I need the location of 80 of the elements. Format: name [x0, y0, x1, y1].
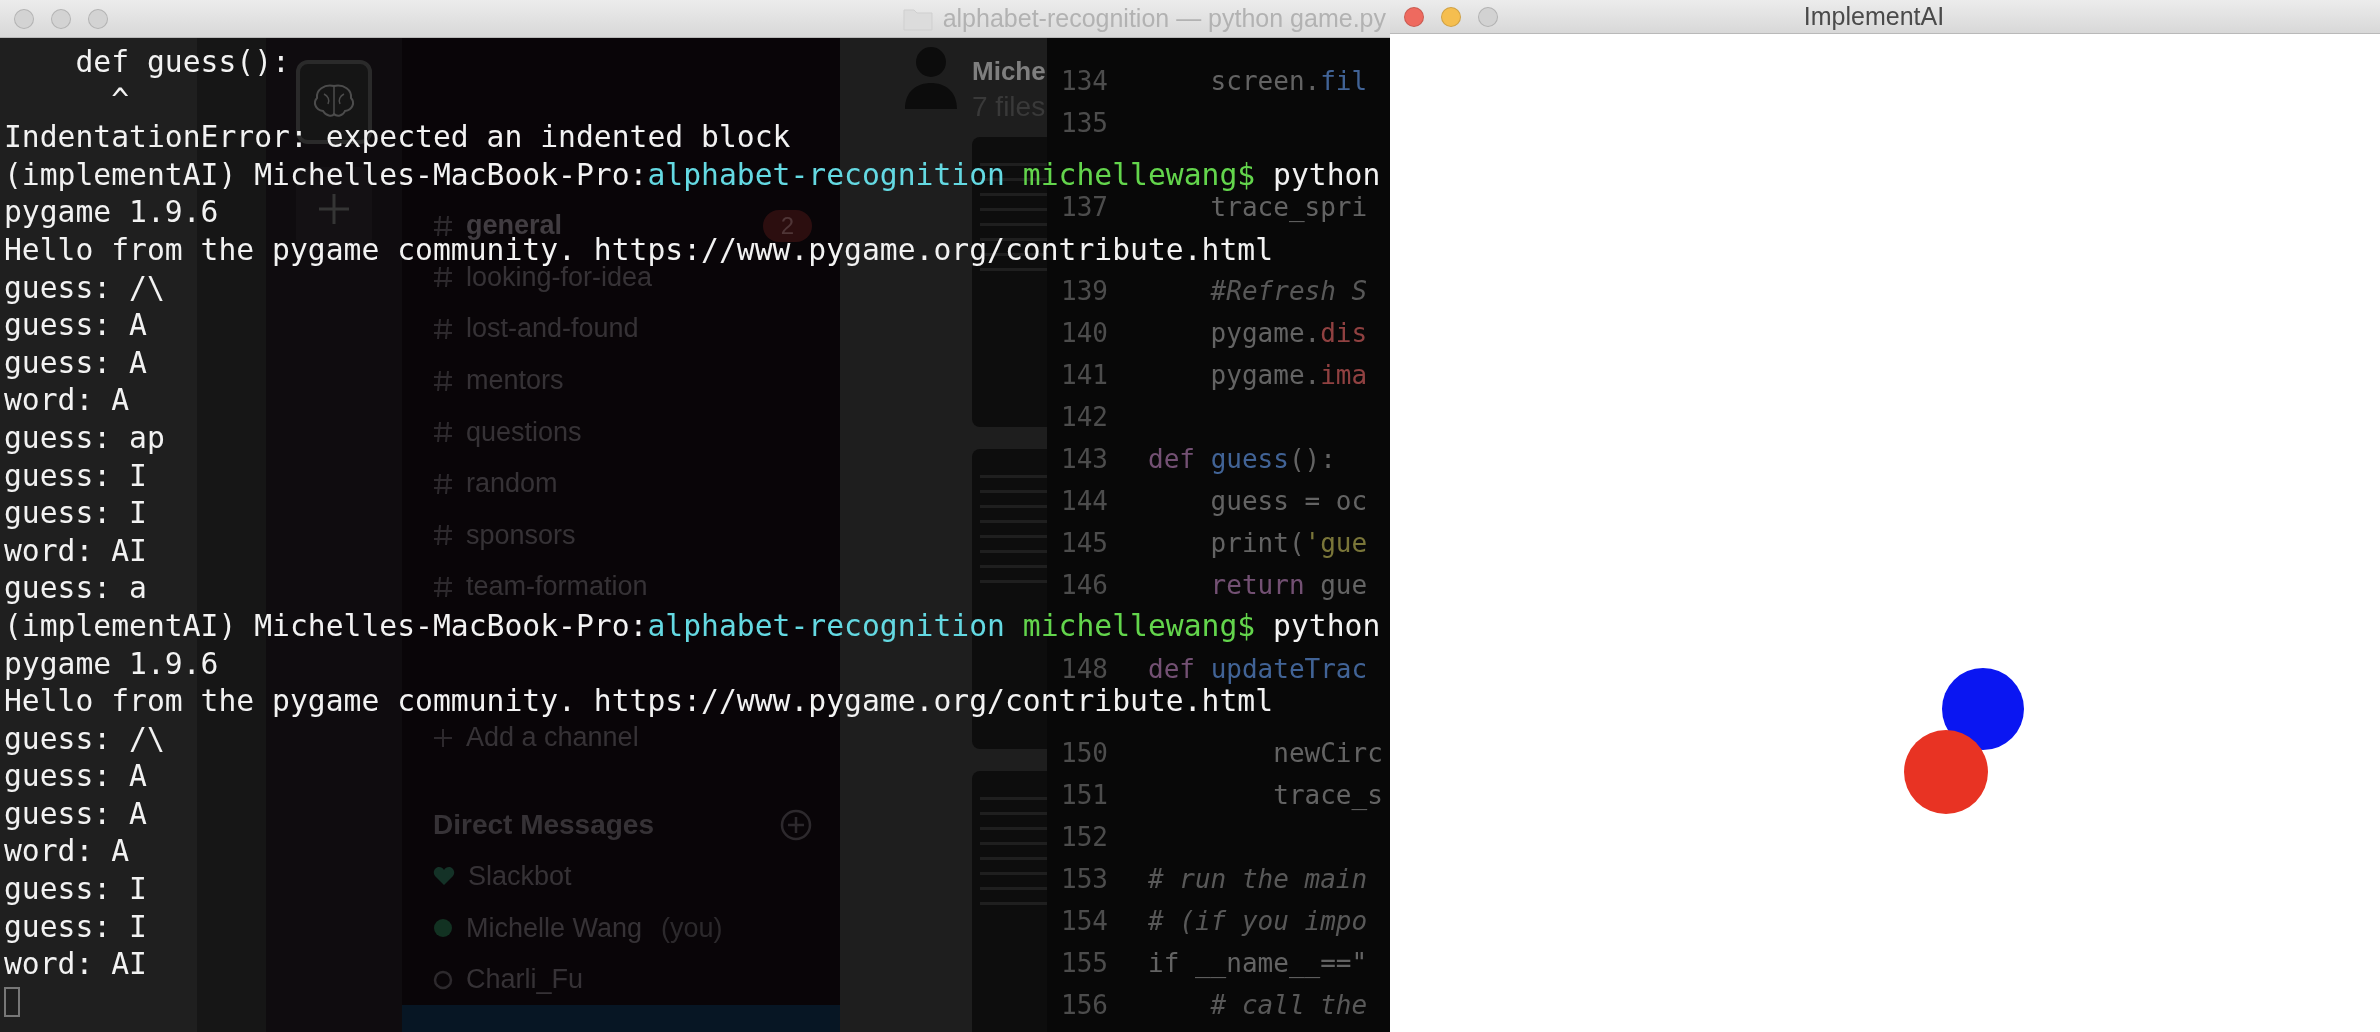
line-number: 144: [1060, 486, 1108, 516]
output-line: word: A: [4, 381, 130, 419]
code-line: newCirc: [1272, 738, 1383, 768]
window-title: ImplementAI: [1803, 2, 1945, 31]
line-number: 135: [1060, 108, 1108, 138]
plus-icon: [433, 727, 453, 748]
hash-icon: [433, 318, 453, 340]
line-number: 141: [1060, 360, 1108, 390]
line-number: 153: [1060, 864, 1108, 894]
zoom-button[interactable]: [88, 8, 108, 29]
code-line: # call the: [1209, 990, 1368, 1020]
code-line: if __name__==": [1148, 948, 1368, 978]
line-number: 142: [1060, 402, 1108, 432]
line-number: 139: [1060, 276, 1108, 306]
output-line: guess: a: [4, 569, 147, 607]
line-number: 143: [1060, 444, 1108, 474]
output-line: guess: I: [4, 456, 147, 495]
zoom-button[interactable]: [1478, 6, 1498, 27]
code-line: pygame.ima: [1209, 360, 1368, 390]
close-button[interactable]: [14, 8, 34, 29]
hash-icon: [433, 266, 453, 289]
output-line: guess: ap: [4, 418, 165, 457]
code-line: # (if you impo: [1148, 906, 1368, 936]
hash-icon: [433, 214, 453, 237]
output-line: guess: A: [4, 757, 147, 795]
output-line: guess: I: [4, 494, 147, 532]
plus-icon: [317, 192, 351, 226]
hash-icon: [433, 369, 453, 392]
minimize-button[interactable]: [51, 8, 71, 29]
line-number: 154: [1060, 906, 1108, 936]
output-line: guess: /\: [4, 719, 165, 758]
line-number: 150: [1060, 738, 1108, 768]
output-line: pygame 1.9.6: [4, 644, 219, 683]
prompt-line: (implementAI) Michelles-MacBook-Pro:alphabet-recognition michellewang$ python: [4, 155, 1381, 194]
code-line: trace_s: [1272, 780, 1383, 810]
code-line: return gue: [1209, 570, 1368, 600]
code-line: guess = oc: [1209, 486, 1368, 516]
line-number: 148: [1060, 654, 1108, 684]
line-number: 151: [1060, 780, 1108, 810]
code-line: trace_spri: [1209, 192, 1368, 222]
hash-icon: [433, 575, 453, 598]
output-line: Hello from the pygame community. https://www.pygame.org/contribute.html: [4, 683, 1273, 720]
minimize-button[interactable]: [1441, 6, 1461, 27]
output-line: pygame 1.9.6: [4, 193, 219, 231]
line-number: 152: [1060, 822, 1108, 852]
line-number: 137: [1060, 192, 1108, 222]
hash-icon: [433, 472, 453, 495]
output-line: guess: /\: [4, 268, 165, 307]
line-number: 155: [1060, 948, 1108, 978]
line-number: 134: [1060, 66, 1108, 96]
code-line: pygame.dis: [1209, 318, 1368, 348]
line-number: 146: [1060, 570, 1108, 600]
folder-icon: [902, 6, 933, 31]
output-line: IndentationError: expected an indented block: [4, 118, 791, 156]
hash-icon: [433, 421, 453, 444]
hash-icon: [433, 524, 453, 547]
code-line: # run the main: [1148, 864, 1368, 894]
code-line: def guess():: [1148, 444, 1336, 474]
code-line: screen.fil: [1209, 66, 1368, 96]
output-line: word: AI: [4, 945, 147, 983]
code-line: print('gue: [1209, 528, 1368, 558]
output-line: guess: A: [4, 794, 147, 833]
output-line: word: A: [4, 832, 130, 871]
output-line: word: AI: [4, 531, 147, 570]
code-line: def updateTrac: [1148, 654, 1368, 684]
line-number: 156: [1060, 990, 1108, 1020]
output-line: guess: I: [4, 870, 147, 908]
close-button[interactable]: [1404, 6, 1424, 27]
prompt-line: (implementAI) Michelles-MacBook-Pro:alphabet-recognition michellewang$ python: [4, 606, 1381, 645]
output-line: guess: I: [4, 907, 147, 946]
output-line: guess: A: [4, 343, 147, 382]
line-number: 140: [1060, 318, 1108, 348]
line-number: 145: [1060, 528, 1108, 558]
output-line: def guess():: [74, 43, 290, 81]
user-name: Miche: [972, 55, 1047, 88]
add-circle-icon[interactable]: [780, 808, 812, 841]
conversation-row[interactable]: [402, 1005, 840, 1032]
output-line: guess: A: [4, 306, 147, 344]
code-line: #Refresh S: [1209, 276, 1368, 306]
output-line: ^: [110, 80, 130, 119]
